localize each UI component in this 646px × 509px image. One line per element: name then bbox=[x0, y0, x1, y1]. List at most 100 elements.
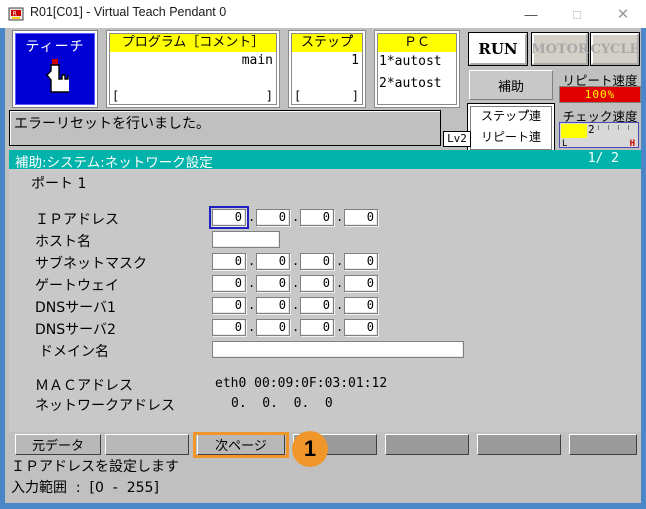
step-value: 1 bbox=[351, 53, 359, 68]
dns2-octet-3[interactable]: 0 bbox=[300, 319, 334, 336]
port-label: ポート 1 bbox=[31, 176, 87, 192]
check-speed-value: 2 bbox=[588, 123, 595, 136]
octet-separator: . bbox=[336, 276, 344, 290]
teach-mode-label: ティーチ bbox=[25, 39, 85, 55]
octet-separator: . bbox=[292, 276, 300, 290]
subnet-mask-octet-3[interactable]: 0 bbox=[300, 253, 334, 270]
svg-text:R: R bbox=[13, 11, 17, 18]
run-mode-line-1: ステップ゚連 bbox=[480, 109, 541, 123]
repeat-speed-bar: 100% bbox=[559, 86, 641, 103]
check-speed-gauge[interactable]: 2 L H bbox=[559, 122, 639, 149]
domain-name-input[interactable] bbox=[212, 341, 464, 358]
app-icon: R bbox=[8, 6, 24, 22]
dns1-octet-2[interactable]: 0 bbox=[256, 297, 290, 314]
subnet-mask-octet-4[interactable]: 0 bbox=[344, 253, 378, 270]
close-button[interactable]: ✕ bbox=[600, 0, 646, 28]
teach-mode-button[interactable]: ティーチ bbox=[12, 30, 98, 108]
octet-separator: . bbox=[336, 254, 344, 268]
ip-address-octet-4[interactable]: 0 bbox=[344, 209, 378, 226]
fkey-original-data[interactable]: 元データ bbox=[15, 434, 101, 455]
step-bracket-left: [ bbox=[294, 89, 302, 103]
gateway-octet-3[interactable]: 0 bbox=[300, 275, 334, 292]
maximize-button[interactable]: □ bbox=[554, 0, 600, 28]
fkey-7[interactable] bbox=[569, 434, 637, 455]
run-mode-display: ステップ゚連 リピート連 bbox=[468, 104, 554, 152]
dns2-octet-4[interactable]: 0 bbox=[344, 319, 378, 336]
status-hint-line: ＩＰアドレスを設定します bbox=[11, 459, 179, 475]
lamp-run[interactable]: RUN bbox=[469, 33, 527, 65]
program-caption: プログラム［コメント］ bbox=[110, 34, 276, 52]
function-key-bar: 元データ 次ページ 1 bbox=[9, 431, 641, 467]
section-title: 補助:システム:ネットワーク設定 bbox=[15, 155, 213, 171]
aux-button[interactable]: 補助 bbox=[469, 70, 553, 100]
step-caption: ステップ゚ bbox=[292, 34, 362, 52]
octet-separator: . bbox=[248, 320, 256, 334]
label-domain-name: ドメイン名 bbox=[39, 344, 109, 360]
subnet-mask-octet-1[interactable]: 0 bbox=[212, 253, 246, 270]
window-titlebar: R R01[C01] - Virtual Teach Pendant 0 — □… bbox=[0, 0, 646, 29]
pendant-screen: ティーチ プログラム［コメント］ main [ ] ステップ゚ 1 [] ＰＣ… bbox=[5, 28, 641, 503]
label-host-name: ホスト名 bbox=[35, 234, 91, 250]
octet-separator: . bbox=[292, 320, 300, 334]
label-network-address: ネットワークアドレス bbox=[35, 398, 175, 414]
virtual-teach-pendant-window: R R01[C01] - Virtual Teach Pendant 0 — □… bbox=[0, 0, 646, 509]
message-area: エラーリセットを行いました。 bbox=[9, 110, 441, 146]
fkey-6[interactable] bbox=[477, 434, 561, 455]
mac-address-value: eth0 00:09:0F:03:01:12 bbox=[215, 376, 388, 391]
network-settings-form: ポート 1 ＩＰアドレス 0 . 0 . 0 . 0 ホスト名 サブネットマスク… bbox=[9, 169, 641, 432]
dns2-octet-2[interactable]: 0 bbox=[256, 319, 290, 336]
pc-line-2: 2*autost bbox=[379, 76, 442, 91]
fkey-5[interactable] bbox=[385, 434, 469, 455]
program-value: main bbox=[241, 53, 273, 68]
octet-separator: . bbox=[248, 276, 256, 290]
octet-separator: . bbox=[248, 254, 256, 268]
octet-separator: . bbox=[336, 320, 344, 334]
lamp-motor[interactable]: MOTOR bbox=[531, 33, 589, 65]
ip-address-octet-3[interactable]: 0 bbox=[300, 209, 334, 226]
program-bracket-left: [ bbox=[112, 89, 120, 103]
program-brackets: [ ] bbox=[112, 89, 273, 103]
run-mode-line-2: リピート連 bbox=[480, 130, 541, 144]
lamp-cycle[interactable]: CYCLE bbox=[591, 33, 639, 65]
gauge-tick bbox=[618, 125, 619, 130]
section-header: 補助:システム:ネットワーク設定 1/ 2 bbox=[9, 150, 641, 171]
gauge-tick bbox=[628, 125, 629, 130]
gateway-octet-2[interactable]: 0 bbox=[256, 275, 290, 292]
gateway-octet-1[interactable]: 0 bbox=[212, 275, 246, 292]
label-subnet-mask: サブネットマスク bbox=[35, 256, 147, 272]
fkey-2[interactable] bbox=[105, 434, 189, 455]
label-ip-address: ＩＰアドレス bbox=[35, 212, 119, 228]
label-dns-server-1: DNSサーバ1 bbox=[35, 300, 116, 316]
pc-display: ＰＣ 1*autost 2*autost bbox=[375, 31, 459, 107]
program-bracket-right: ] bbox=[265, 89, 273, 103]
label-dns-server-2: DNSサーバ2 bbox=[35, 322, 116, 338]
label-gateway: ゲートウェイ bbox=[35, 278, 119, 294]
dns1-octet-3[interactable]: 0 bbox=[300, 297, 334, 314]
octet-separator: . bbox=[292, 210, 300, 224]
pc-line-1: 1*autost bbox=[379, 54, 442, 69]
dns2-octet-1[interactable]: 0 bbox=[212, 319, 246, 336]
program-display: プログラム［コメント］ main [ ] bbox=[107, 31, 279, 107]
status-range-line: 入力範囲 : [0 - 255] bbox=[11, 480, 159, 496]
octet-separator: . bbox=[336, 210, 344, 224]
minimize-button[interactable]: — bbox=[508, 0, 554, 28]
octet-separator: . bbox=[292, 254, 300, 268]
subnet-mask-octet-2[interactable]: 0 bbox=[256, 253, 290, 270]
dns1-octet-4[interactable]: 0 bbox=[344, 297, 378, 314]
pendant-body: ティーチ プログラム［コメント］ main [ ] ステップ゚ 1 [] ＰＣ… bbox=[0, 28, 646, 509]
annotation-highlight-box bbox=[193, 432, 289, 458]
step-bracket-right: ] bbox=[351, 89, 359, 103]
dns1-octet-1[interactable]: 0 bbox=[212, 297, 246, 314]
gauge-tick bbox=[598, 125, 599, 130]
check-speed-low-label: L bbox=[562, 139, 568, 149]
bottom-status-area: ＩＰアドレスを設定します 入力範囲 : [0 - 255] bbox=[9, 456, 641, 500]
message-text: エラーリセットを行いました。 bbox=[14, 116, 210, 132]
gateway-octet-4[interactable]: 0 bbox=[344, 275, 378, 292]
octet-separator: . bbox=[336, 298, 344, 312]
ip-address-octet-1[interactable]: 0 bbox=[209, 206, 249, 229]
host-name-input[interactable] bbox=[212, 231, 280, 248]
gauge-tick bbox=[608, 125, 609, 130]
ip-address-octet-2[interactable]: 0 bbox=[256, 209, 290, 226]
label-mac-address: ＭＡＣアドレス bbox=[35, 378, 133, 394]
window-title: R01[C01] - Virtual Teach Pendant 0 bbox=[30, 5, 227, 19]
